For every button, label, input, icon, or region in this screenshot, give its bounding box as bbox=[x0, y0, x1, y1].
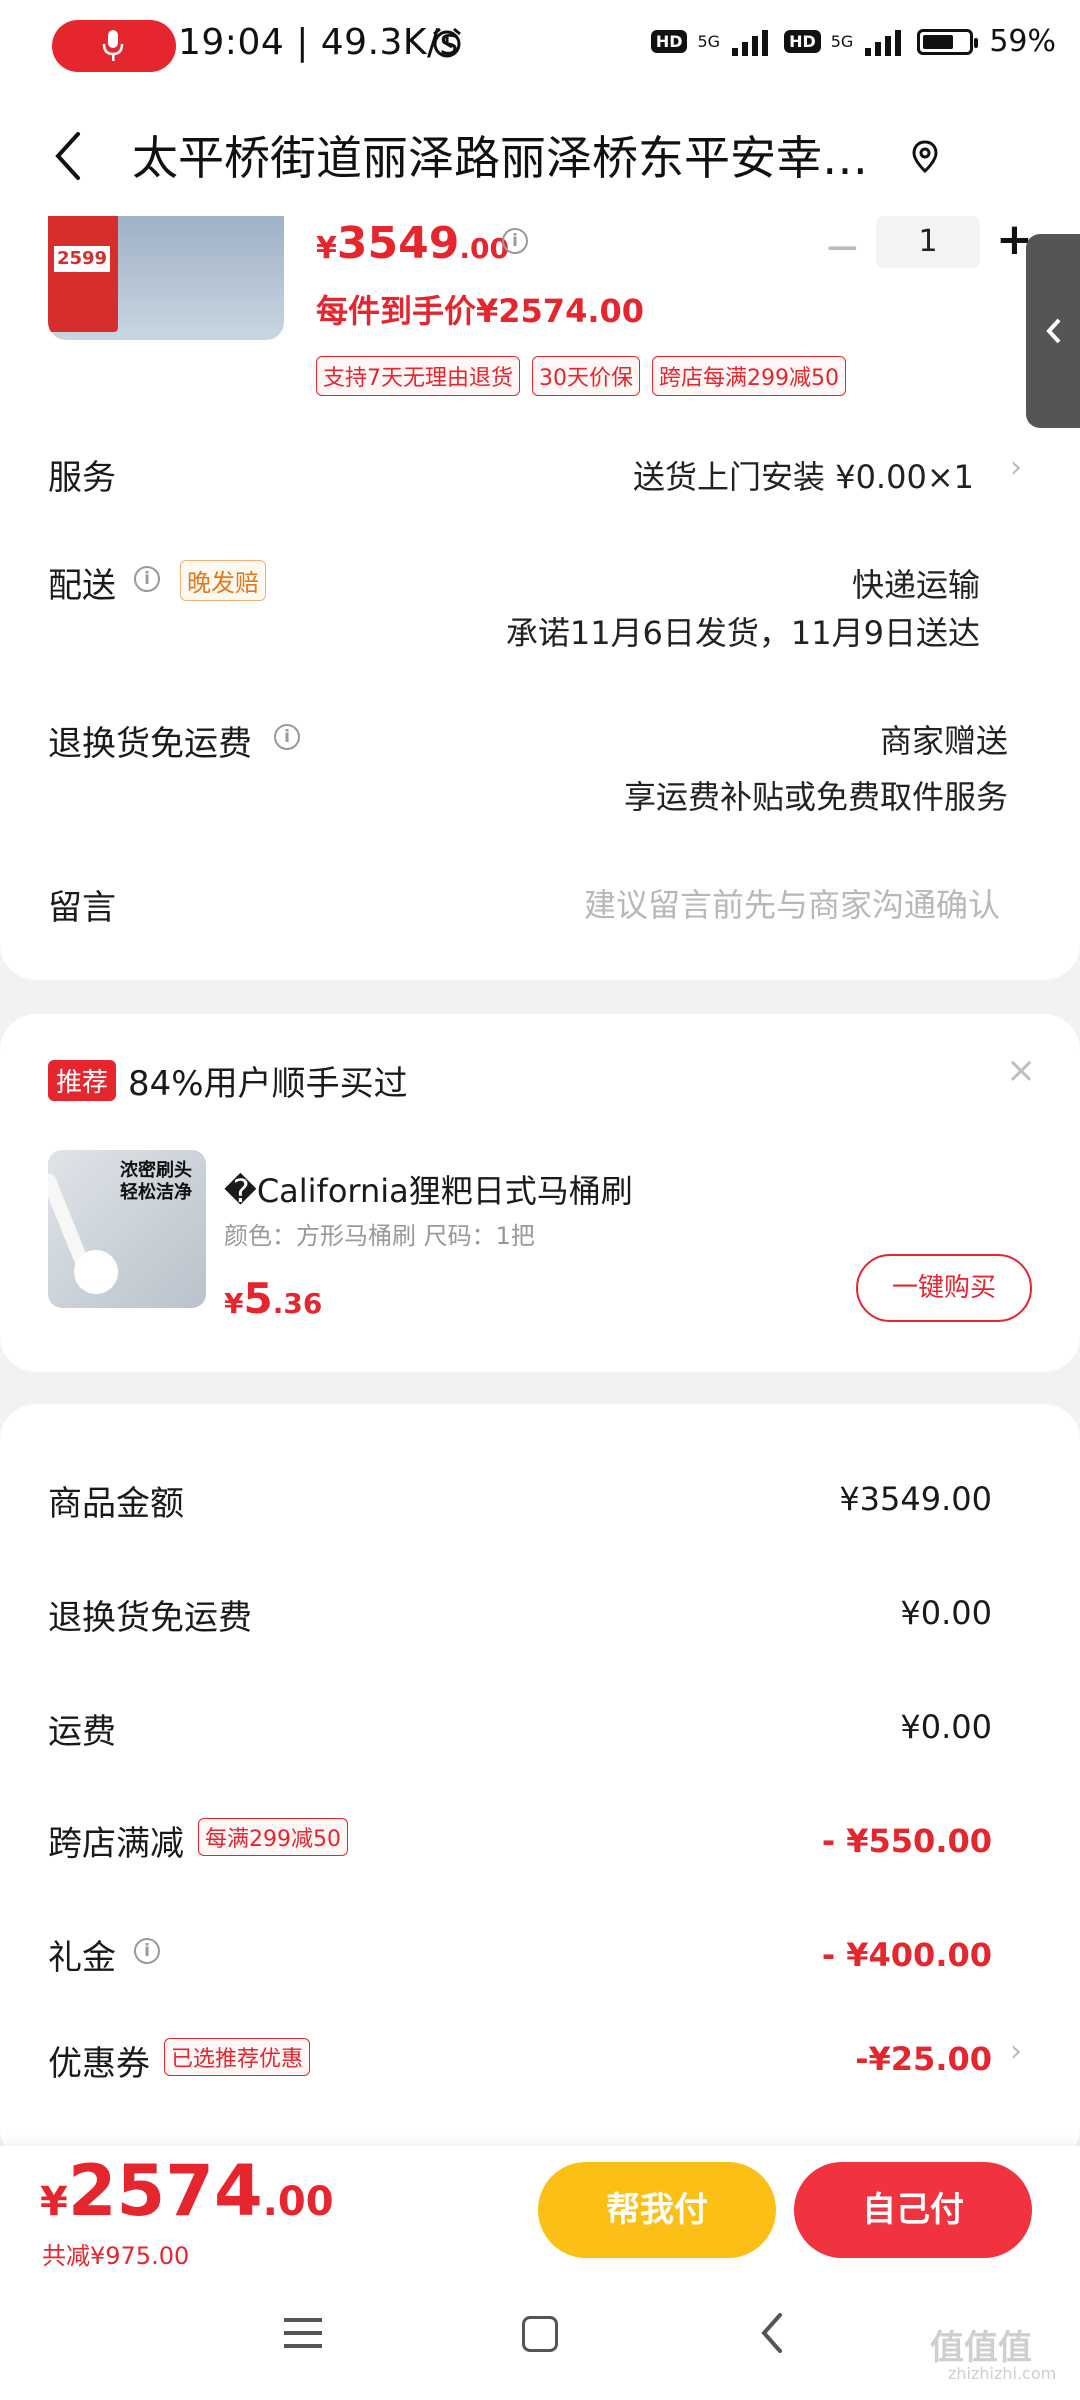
hd-icon: HD bbox=[650, 30, 688, 53]
service-value[interactable]: 送货上门安装 ¥0.00×1 bbox=[633, 452, 974, 498]
network-type-2: 5G bbox=[830, 32, 854, 51]
per-item-price: 每件到手价¥2574.00 bbox=[316, 292, 645, 330]
tag-price-protect: 30天价保 bbox=[532, 356, 640, 396]
location-pin-icon[interactable] bbox=[910, 140, 940, 174]
summary-gift-value: - ¥400.00 bbox=[821, 1936, 992, 1974]
chevron-right-icon[interactable]: › bbox=[1010, 450, 1022, 485]
watermark-url: zhizhizhi.com bbox=[948, 2364, 1057, 2383]
recommend-title: 84%用户顺手买过 bbox=[128, 1064, 408, 1104]
delivery-address[interactable]: 太平桥街道丽泽路丽泽桥东平安幸… bbox=[132, 122, 892, 188]
message-input[interactable]: 建议留言前先与商家沟通确认 bbox=[584, 880, 1000, 926]
coupon-chevron-icon[interactable]: › bbox=[1010, 2034, 1022, 2069]
delivery-promise: 承诺11月6日发货，11月9日送达 bbox=[505, 614, 980, 652]
watermark-logo: 值值值 bbox=[930, 2328, 1032, 2368]
side-drawer-tab[interactable] bbox=[1026, 234, 1080, 428]
summary-cross-store-tag: 每满299减50 bbox=[198, 1818, 348, 1856]
service-label: 服务 bbox=[48, 458, 116, 498]
close-icon[interactable]: × bbox=[1006, 1050, 1036, 1091]
return-shipping-desc: 享运费补贴或免费取件服务 bbox=[623, 778, 1008, 816]
coupon-value[interactable]: -¥25.00 bbox=[855, 2040, 992, 2078]
tag-cross-store: 跨店每满299减50 bbox=[652, 356, 846, 396]
summary-coupon-label: 优惠券 bbox=[48, 2044, 150, 2084]
return-shipping-info-icon[interactable]: i bbox=[274, 724, 300, 750]
tag-return: 支持7天无理由退货 bbox=[316, 356, 520, 396]
summary-goods-value: ¥3549.00 bbox=[839, 1480, 992, 1518]
quantity-decrease-button[interactable]: − bbox=[824, 222, 861, 273]
message-label: 留言 bbox=[48, 888, 116, 928]
late-compensation-badge: 晚发赔 bbox=[180, 560, 266, 601]
return-shipping-label: 退换货免运费 bbox=[48, 724, 252, 764]
signal-icon bbox=[732, 29, 769, 56]
recommend-product-image[interactable]: 浓密刷头 轻松洁净 bbox=[48, 1150, 206, 1308]
product-image[interactable]: 2599 bbox=[48, 216, 284, 340]
status-icons: HD 5G HD 5G 59% bbox=[650, 24, 1056, 59]
product-image-price: 2599 bbox=[54, 246, 110, 272]
nav-back-icon[interactable] bbox=[760, 2312, 784, 2354]
summary-return-value: ¥0.00 bbox=[900, 1594, 992, 1632]
alarm-icon bbox=[433, 27, 461, 58]
product-image-tag bbox=[48, 216, 118, 332]
summary-cross-store-value: - ¥550.00 bbox=[821, 1822, 992, 1860]
battery-icon bbox=[917, 28, 979, 55]
recording-indicator[interactable] bbox=[52, 20, 176, 72]
one-click-buy-button[interactable]: 一键购买 bbox=[856, 1254, 1032, 1322]
summary-gift-label: 礼金 bbox=[48, 1938, 116, 1978]
menu-icon[interactable] bbox=[284, 2316, 322, 2350]
recommend-product-spec: 颜色：方形马桶刷 尺码：1把 bbox=[224, 1222, 535, 1250]
home-icon[interactable] bbox=[522, 2316, 558, 2352]
summary-goods-label: 商品金额 bbox=[48, 1484, 184, 1524]
microphone-icon bbox=[102, 30, 124, 61]
status-time: 19:04 | 49.3K/s bbox=[178, 22, 459, 63]
battery-level: 59% bbox=[989, 24, 1056, 59]
signal-icon-2 bbox=[865, 29, 902, 56]
product-price: ¥3549.00 bbox=[316, 218, 509, 269]
delivery-label: 配送 bbox=[48, 566, 116, 606]
summary-shipping-value: ¥0.00 bbox=[900, 1708, 992, 1746]
recommend-image-text: 浓密刷头 轻松洁净 bbox=[120, 1160, 192, 1203]
network-type-1: 5G bbox=[697, 32, 721, 51]
summary-coupon-tag: 已选推荐优惠 bbox=[164, 2038, 311, 2076]
price-info-icon[interactable]: i bbox=[502, 228, 528, 254]
self-pay-button[interactable]: 自己付 bbox=[794, 2162, 1032, 2258]
gift-info-icon[interactable]: i bbox=[134, 1938, 160, 1964]
brush-head bbox=[74, 1250, 118, 1294]
recommend-product-name[interactable]: �California狸粑日式马桶刷 bbox=[224, 1166, 633, 1212]
delivery-info-icon[interactable]: i bbox=[134, 566, 160, 592]
total-saved: 共减¥975.00 bbox=[42, 2242, 190, 2270]
back-arrow-icon[interactable] bbox=[48, 128, 88, 184]
recommend-badge: 推荐 bbox=[48, 1060, 117, 1101]
return-shipping-value: 商家赠送 bbox=[879, 722, 1008, 760]
summary-shipping-label: 运费 bbox=[48, 1712, 116, 1752]
recommend-product-price: ¥5.36 bbox=[224, 1274, 323, 1323]
hd-icon-2: HD bbox=[784, 30, 821, 53]
total-price: ¥2574.00 bbox=[40, 2150, 334, 2232]
help-pay-button[interactable]: 帮我付 bbox=[538, 2162, 776, 2258]
product-tags: 支持7天无理由退货 30天价保 跨店每满299减50 bbox=[316, 356, 846, 396]
chevron-left-icon bbox=[1046, 318, 1061, 344]
quantity-input[interactable]: 1 bbox=[876, 216, 980, 268]
summary-cross-store-label: 跨店满减 bbox=[48, 1824, 184, 1864]
summary-return-label: 退换货免运费 bbox=[48, 1598, 252, 1638]
delivery-method: 快递运输 bbox=[851, 566, 980, 604]
